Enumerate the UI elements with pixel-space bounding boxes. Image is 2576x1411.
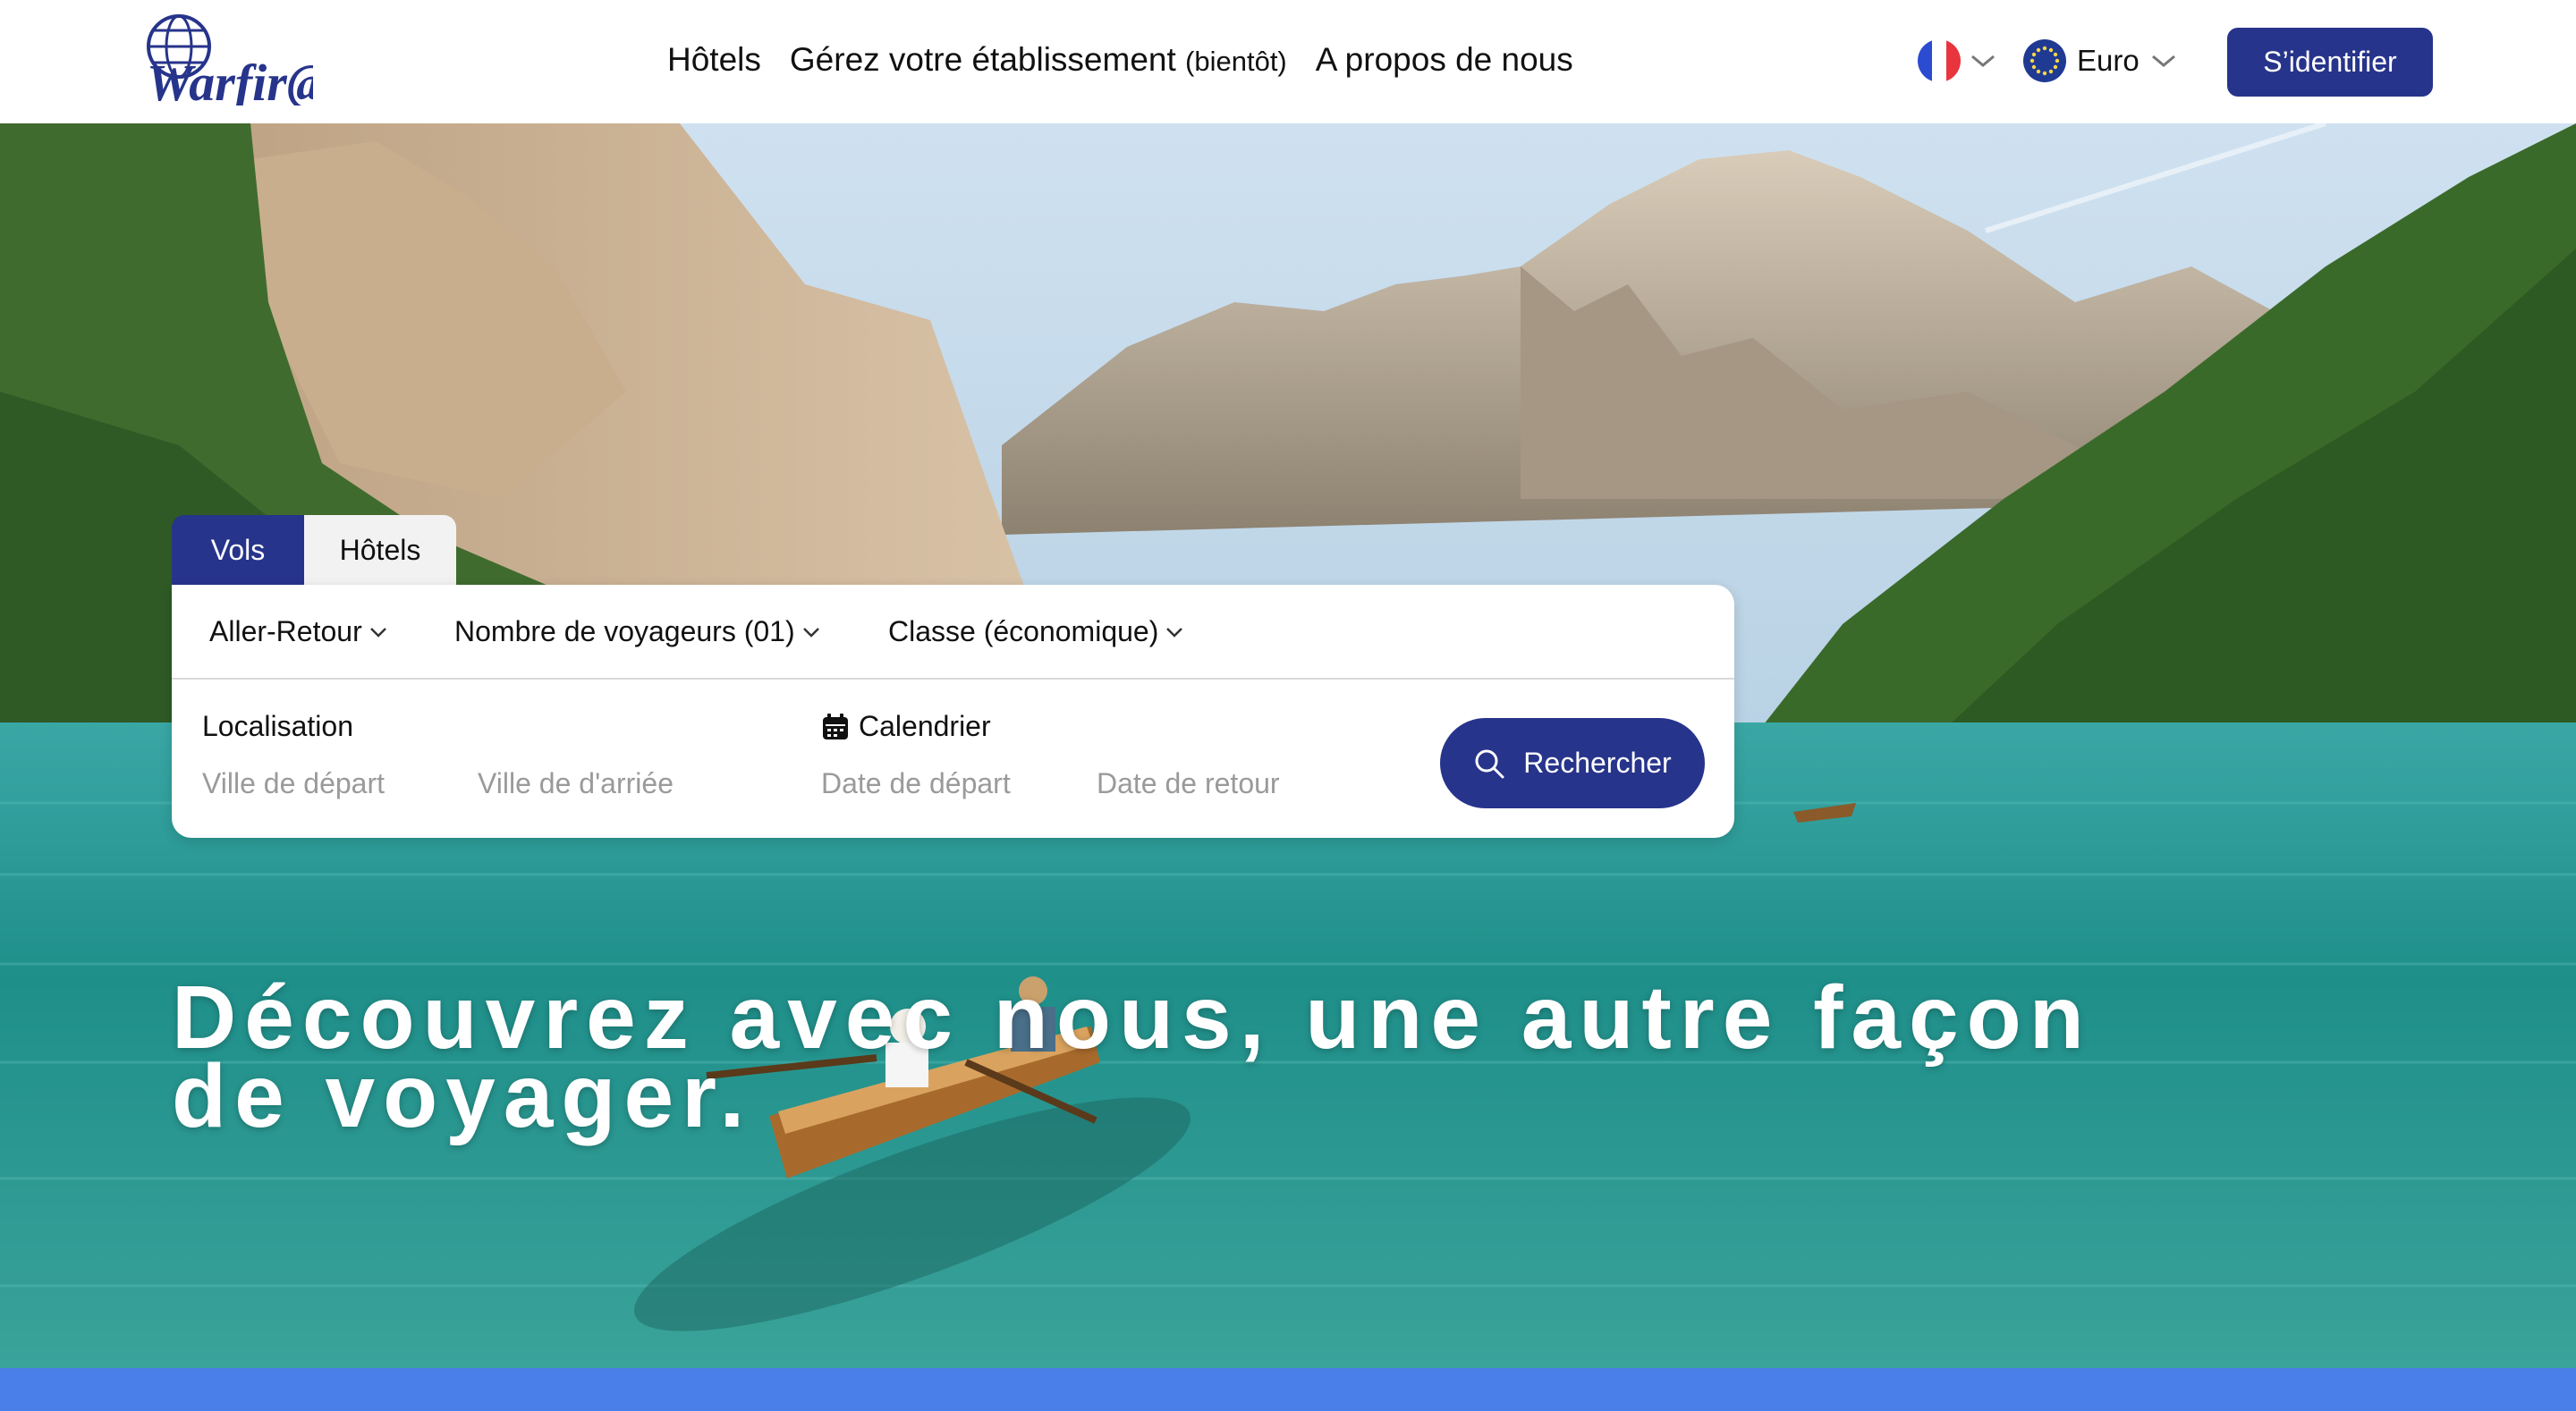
- chevron-down-icon: [1166, 627, 1183, 638]
- search-icon: [1475, 749, 1504, 778]
- nav-about-us[interactable]: A propos de nous: [1316, 41, 1573, 79]
- chevron-down-icon: [2151, 55, 2175, 67]
- main-nav: Hôtels Gérez votre établissement (bientô…: [667, 41, 1573, 84]
- calendar-icon: [823, 713, 848, 739]
- chevron-down-icon: [369, 627, 386, 638]
- language-selector[interactable]: [1918, 39, 1996, 82]
- chevron-down-icon: [1971, 55, 1995, 67]
- travelers-dropdown[interactable]: Nombre de voyageurs (01): [454, 615, 820, 648]
- warfira-logo[interactable]: Warfir@: [143, 13, 330, 112]
- nav-manage-establishment[interactable]: Gérez votre établissement (bientôt): [790, 41, 1287, 79]
- calendar-label-text: Calendrier: [859, 710, 991, 742]
- location-label: Localisation: [202, 710, 353, 743]
- nav-hotels[interactable]: Hôtels: [667, 41, 761, 79]
- search-panel: Aller-Retour Nombre de voyageurs (01) Cl…: [172, 585, 1734, 838]
- search-button[interactable]: Rechercher: [1440, 718, 1705, 808]
- search-options-row: Aller-Retour Nombre de voyageurs (01) Cl…: [172, 585, 1734, 680]
- calendar-label: Calendrier: [821, 710, 991, 743]
- signin-button[interactable]: S’identifier: [2227, 28, 2433, 97]
- nav-soon-badge: (bientôt): [1185, 46, 1287, 77]
- chevron-down-icon: [802, 627, 819, 638]
- departure-city-input[interactable]: [202, 764, 470, 803]
- svg-text:Warfir@: Warfir@: [147, 54, 313, 106]
- hero-tagline: Découvrez avec nous, une autre façon de …: [172, 967, 2229, 1146]
- departure-date-input[interactable]: [821, 764, 1089, 803]
- class-dropdown[interactable]: Classe (économique): [888, 615, 1183, 648]
- tagline-line-1: Découvrez avec nous, une autre façon: [172, 967, 2092, 1068]
- tab-hotels[interactable]: Hôtels: [304, 515, 456, 585]
- nav-manage-label: Gérez votre établissement: [789, 41, 1176, 78]
- trip-type-dropdown[interactable]: Aller-Retour: [209, 615, 387, 648]
- bottom-color-band: [0, 1368, 2576, 1411]
- search-button-label: Rechercher: [1523, 747, 1672, 779]
- arrival-city-input[interactable]: [478, 764, 773, 803]
- location-label-text: Localisation: [202, 710, 353, 742]
- eu-flag-icon: [2023, 39, 2066, 82]
- return-date-input[interactable]: [1097, 764, 1365, 803]
- tab-flights[interactable]: Vols: [172, 515, 304, 585]
- top-navbar: Warfir@ Hôtels Gérez votre établissement…: [0, 0, 2576, 123]
- currency-label: Euro: [2077, 44, 2140, 77]
- class-label: Classe (économique): [888, 615, 1159, 647]
- travelers-label: Nombre de voyageurs (01): [454, 615, 795, 647]
- currency-selector[interactable]: Euro: [2023, 39, 2177, 82]
- trip-type-label: Aller-Retour: [209, 615, 362, 647]
- search-tabs: Vols Hôtels: [172, 515, 456, 585]
- tagline-line-2: de voyager.: [172, 1046, 753, 1146]
- french-flag-icon: [1918, 39, 1961, 82]
